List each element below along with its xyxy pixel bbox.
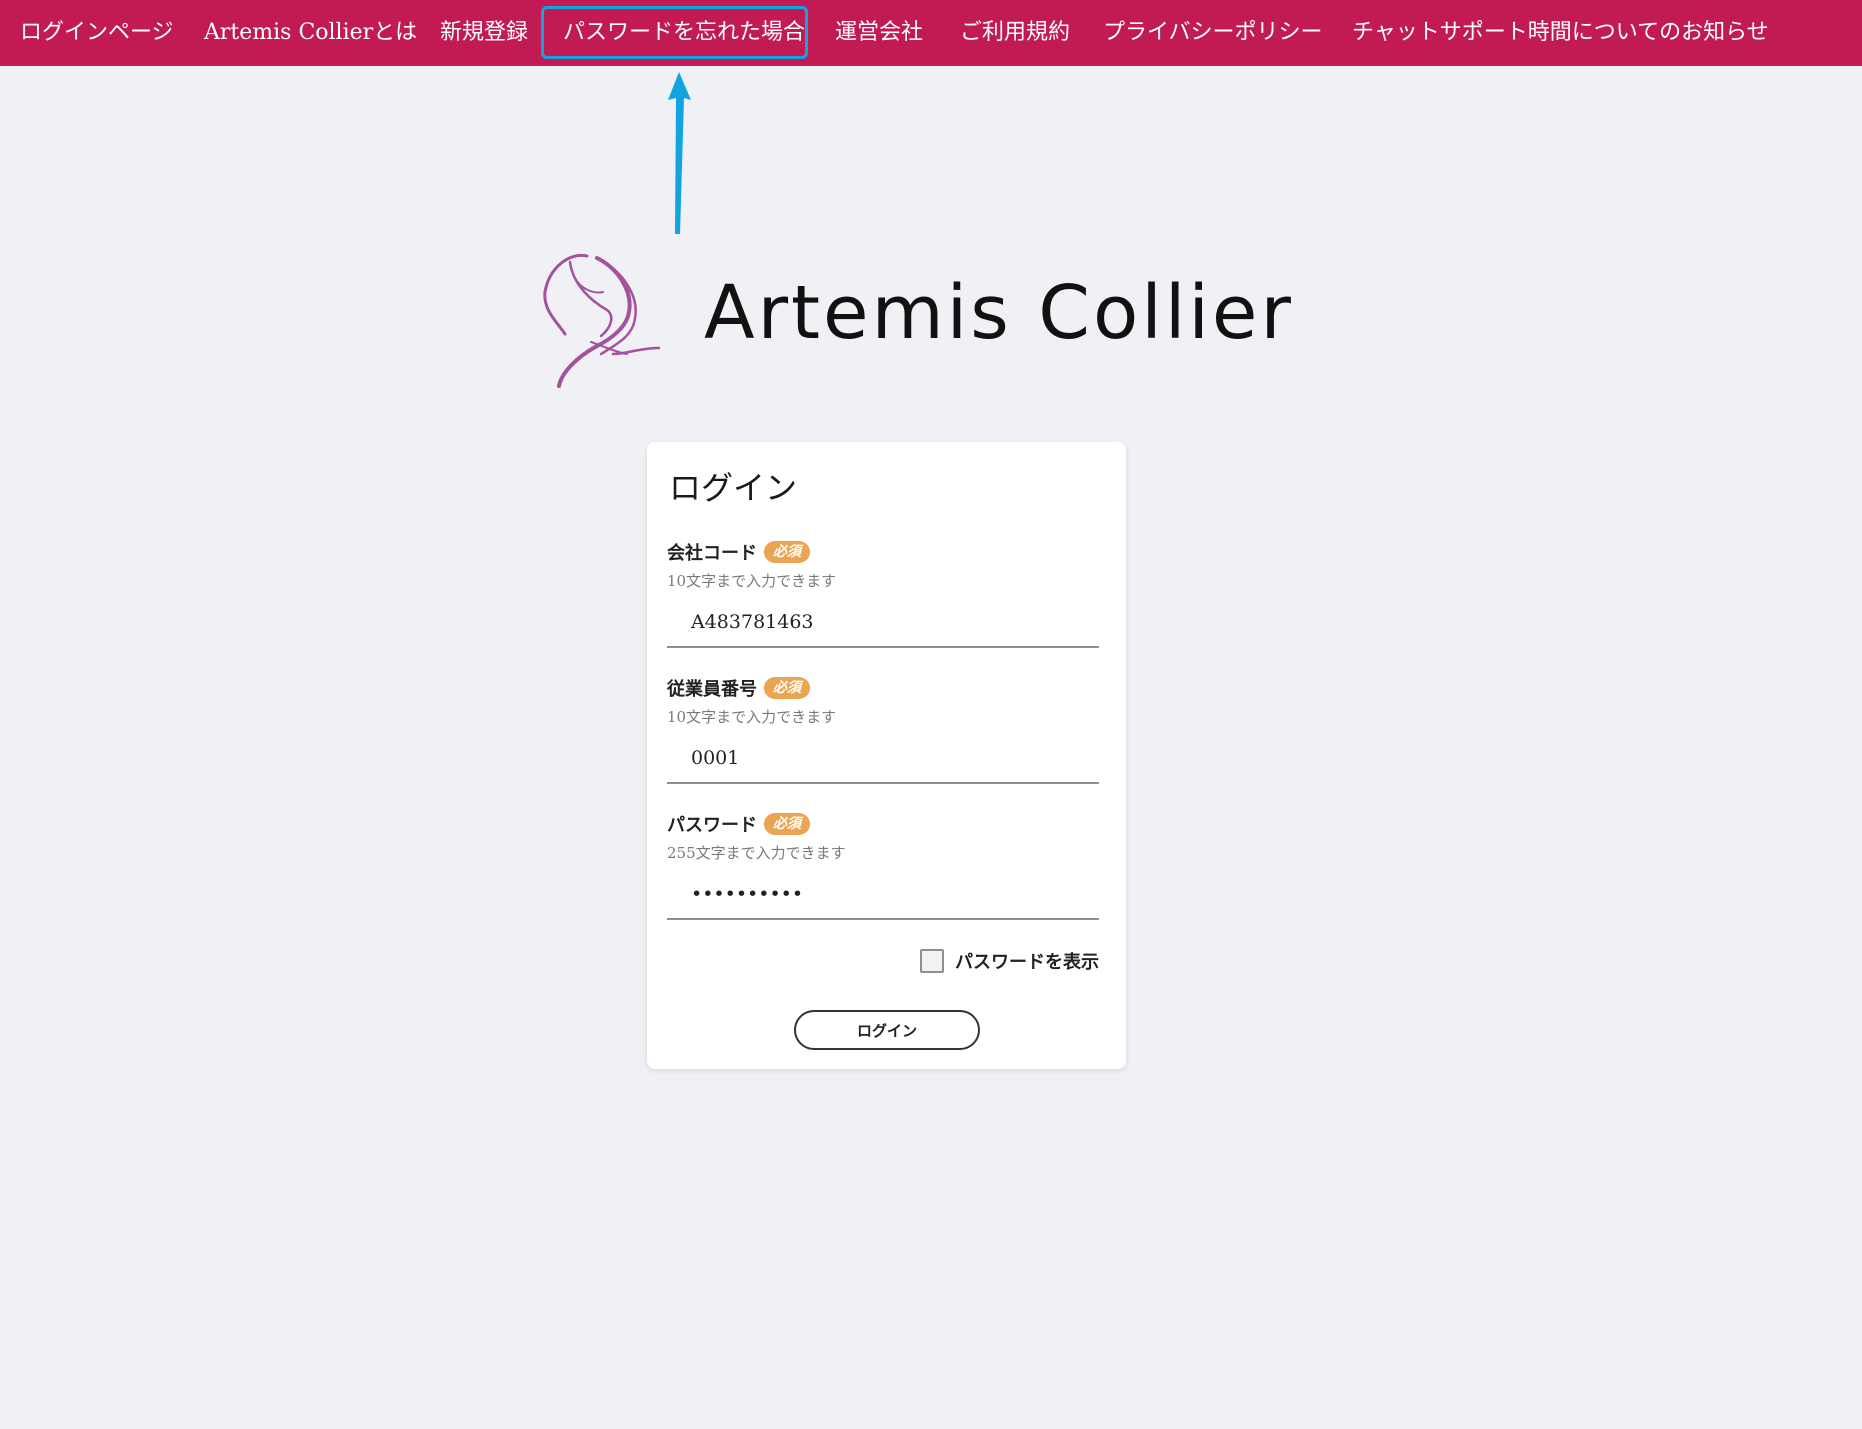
employee-number-input[interactable] (667, 734, 1099, 784)
top-navigation-bar: ログインページ Artemis Collierとは 新規登録 パスワードを忘れた… (0, 0, 1862, 66)
annotation-arrow-icon (668, 72, 691, 234)
company-code-label: 会社コード (667, 543, 757, 564)
employee-number-label: 従業員番号 (667, 679, 757, 700)
login-title: ログイン (669, 469, 798, 507)
nav-item-company[interactable]: 運営会社 (835, 0, 923, 66)
company-code-label-row: 会社コード 必須 (667, 538, 810, 566)
nav-item-privacy-policy[interactable]: プライバシーポリシー (1103, 0, 1323, 66)
nav-item-chat-support-notice[interactable]: チャットサポート時間についてのお知らせ (1352, 0, 1769, 66)
login-button[interactable]: ログイン (794, 1010, 980, 1050)
required-badge: 必須 (764, 813, 810, 835)
company-code-hint: 10文字まで入力できます (667, 572, 837, 590)
employee-number-hint: 10文字まで入力できます (667, 708, 837, 726)
show-password-label: パスワードを表示 (955, 952, 1099, 973)
nav-item-terms[interactable]: ご利用規約 (960, 0, 1070, 66)
nav-item-login-page[interactable]: ログインページ (20, 0, 174, 66)
password-hint: 255文字まで入力できます (667, 844, 846, 862)
employee-number-label-row: 従業員番号 必須 (667, 674, 810, 702)
show-password-toggle[interactable]: パスワードを表示 (920, 948, 1099, 974)
required-badge: 必須 (764, 677, 810, 699)
brand-name: Artemis Collier (704, 270, 1294, 356)
password-label: パスワード (667, 815, 757, 836)
highlight-box (541, 6, 808, 59)
woman-silhouette-logo-icon (543, 253, 661, 388)
password-label-row: パスワード 必須 (667, 810, 810, 838)
password-input[interactable] (667, 870, 1099, 920)
company-code-input[interactable] (667, 598, 1099, 648)
required-badge: 必須 (764, 541, 810, 563)
show-password-checkbox[interactable] (920, 949, 944, 973)
nav-item-register[interactable]: 新規登録 (440, 0, 528, 66)
nav-item-about[interactable]: Artemis Collierとは (204, 0, 417, 66)
login-card: ログイン 会社コード 必須 10文字まで入力できます 従業員番号 必須 10文字… (647, 442, 1126, 1069)
